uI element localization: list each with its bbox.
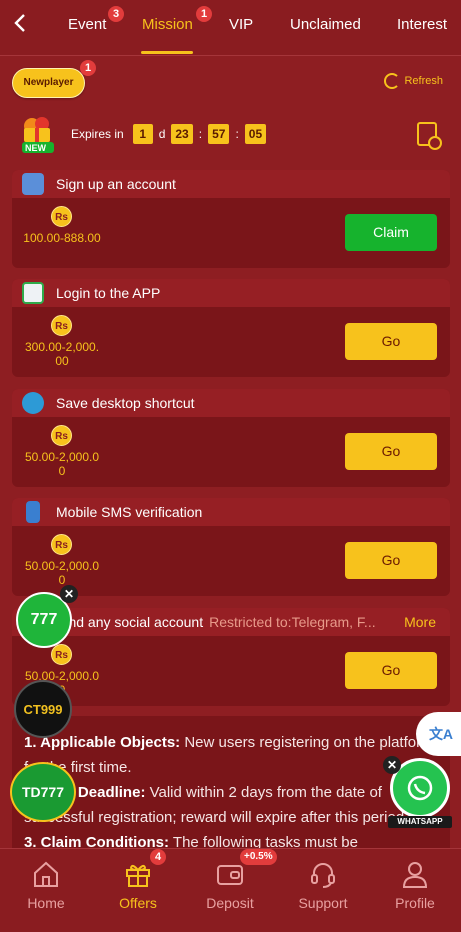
- active-tab-indicator: [141, 51, 193, 54]
- globe-icon: [22, 392, 44, 414]
- rupee-coin-icon: Rs: [51, 315, 72, 336]
- newplayer-badge: 1: [80, 60, 96, 76]
- expires-label: Expires in: [71, 127, 124, 141]
- headset-icon: [308, 859, 338, 889]
- gift-box-icon: NEW: [16, 112, 60, 156]
- nav-support[interactable]: Support: [283, 849, 363, 932]
- go-button[interactable]: Go: [345, 652, 437, 689]
- task-header: Login to the APP: [12, 279, 450, 307]
- float-label: CT999: [23, 701, 63, 717]
- nav-home[interactable]: Home: [6, 849, 86, 932]
- task-header: Save desktop shortcut: [12, 389, 450, 417]
- bottom-nav: Home Offers 4 Deposit +0.5% Support Prof…: [0, 848, 461, 932]
- task-title: Login to the APP: [56, 285, 161, 301]
- tab-badge: 3: [108, 6, 124, 22]
- countdown-days: 1: [132, 124, 153, 144]
- task-card: Login to the APP Rs 300.00-2,000.00 Go: [12, 279, 450, 377]
- close-icon[interactable]: ✕: [60, 585, 78, 603]
- task-reward: 100.00-888.00: [23, 231, 101, 245]
- task-reward: 50.00-2,000.00: [24, 450, 100, 478]
- translate-button[interactable]: 文A: [416, 712, 461, 756]
- expires-countdown: Expires in 1 d 23 : 57 : 05: [71, 124, 267, 144]
- ct999-float-button[interactable]: CT999: [14, 680, 72, 738]
- phone-icon: [26, 501, 40, 523]
- newplayer-chip[interactable]: Newplayer: [12, 68, 85, 98]
- task-title: Bind any social account: [56, 614, 204, 630]
- task-card: Bind any social account Restricted to:Te…: [12, 608, 450, 706]
- new-label: NEW: [25, 143, 46, 153]
- task-header: Bind any social account Restricted to:Te…: [12, 608, 450, 636]
- close-icon[interactable]: ✕: [383, 756, 401, 774]
- task-card: Sign up an account Rs 100.00-888.00 Clai…: [12, 170, 450, 268]
- home-icon: [31, 859, 61, 889]
- gift-icon: [123, 859, 153, 889]
- nav-badge: 4: [150, 849, 166, 865]
- newplayer-label: Newplayer: [23, 77, 74, 88]
- rule-item: 2. Task Deadline: Valid within 2 days fr…: [24, 780, 438, 830]
- translate-icon: 文A: [428, 726, 454, 742]
- rupee-coin-icon: Rs: [51, 206, 72, 227]
- tab-interest[interactable]: Interest: [397, 16, 447, 33]
- task-title: Sign up an account: [56, 176, 176, 192]
- refresh-icon: [384, 73, 401, 89]
- nav-profile[interactable]: Profile: [375, 849, 455, 932]
- countdown-minutes: 57: [208, 124, 230, 144]
- top-tab-bar: Event 3 Mission 1 VIP Unclaimed Interest: [0, 0, 461, 56]
- time-separator: :: [235, 127, 239, 141]
- tab-label: Event: [68, 16, 107, 33]
- task-reward: 300.00-2,000.00: [24, 340, 100, 368]
- go-button[interactable]: Go: [345, 323, 437, 360]
- nav-badge: +0.5%: [240, 849, 277, 865]
- clipboard-icon: [22, 173, 44, 195]
- whatsapp-label: WHATSAPP: [388, 816, 452, 828]
- tab-mission[interactable]: Mission: [142, 16, 193, 33]
- time-separator: :: [198, 127, 203, 141]
- whatsapp-icon: [407, 775, 433, 801]
- rule-item: 1. Applicable Objects: New users registe…: [24, 730, 438, 780]
- more-link[interactable]: More: [404, 614, 436, 630]
- countdown-hours: 23: [171, 124, 193, 144]
- wallet-icon: [215, 859, 245, 889]
- rupee-coin-icon: Rs: [51, 534, 72, 555]
- tab-label: Mission: [142, 16, 193, 33]
- refresh-button[interactable]: Refresh: [384, 73, 443, 89]
- tab-label: Unclaimed: [290, 16, 361, 33]
- tab-event[interactable]: Event: [68, 16, 106, 33]
- user-icon: [400, 859, 430, 889]
- tab-vip[interactable]: VIP: [229, 16, 253, 33]
- rupee-coin-icon: Rs: [51, 425, 72, 446]
- tab-label: VIP: [229, 16, 254, 33]
- rupee-coin-icon: Rs: [51, 644, 72, 665]
- task-reward: 50.00-2,000.00: [24, 559, 100, 587]
- nav-label: Profile: [395, 895, 435, 911]
- countdown-seconds: 05: [244, 124, 267, 144]
- nav-label: Offers: [119, 895, 157, 911]
- tab-unclaimed[interactable]: Unclaimed: [290, 16, 361, 33]
- task-card: Mobile SMS verification Rs 50.00-2,000.0…: [12, 498, 450, 596]
- nav-label: Home: [27, 895, 65, 911]
- rules-text: 1. Applicable Objects: New users registe…: [12, 716, 450, 856]
- tab-badge: 1: [196, 6, 212, 22]
- task-header: Mobile SMS verification: [12, 498, 450, 526]
- task-header: Sign up an account: [12, 170, 450, 198]
- login-icon: [22, 282, 44, 304]
- day-unit: d: [158, 127, 166, 141]
- tab-label: Interest: [397, 16, 448, 33]
- nav-offers[interactable]: Offers: [98, 849, 178, 932]
- float-label: 777: [30, 611, 58, 628]
- nav-label: Support: [298, 895, 348, 911]
- float-label: TD777: [21, 784, 65, 800]
- go-button[interactable]: Go: [345, 542, 437, 579]
- restriction-text: Restricted to:Telegram, F...: [209, 614, 376, 630]
- chevron-left-icon[interactable]: [8, 12, 32, 40]
- nav-label: Deposit: [206, 895, 254, 911]
- td777-float-button[interactable]: TD777: [10, 762, 76, 822]
- go-button[interactable]: Go: [345, 433, 437, 470]
- task-card: Save desktop shortcut Rs 50.00-2,000.00 …: [12, 389, 450, 487]
- refresh-label: Refresh: [404, 75, 443, 87]
- task-title: Save desktop shortcut: [56, 395, 195, 411]
- task-title: Mobile SMS verification: [56, 504, 203, 520]
- history-icon[interactable]: [417, 122, 442, 150]
- claim-button[interactable]: Claim: [345, 214, 437, 251]
